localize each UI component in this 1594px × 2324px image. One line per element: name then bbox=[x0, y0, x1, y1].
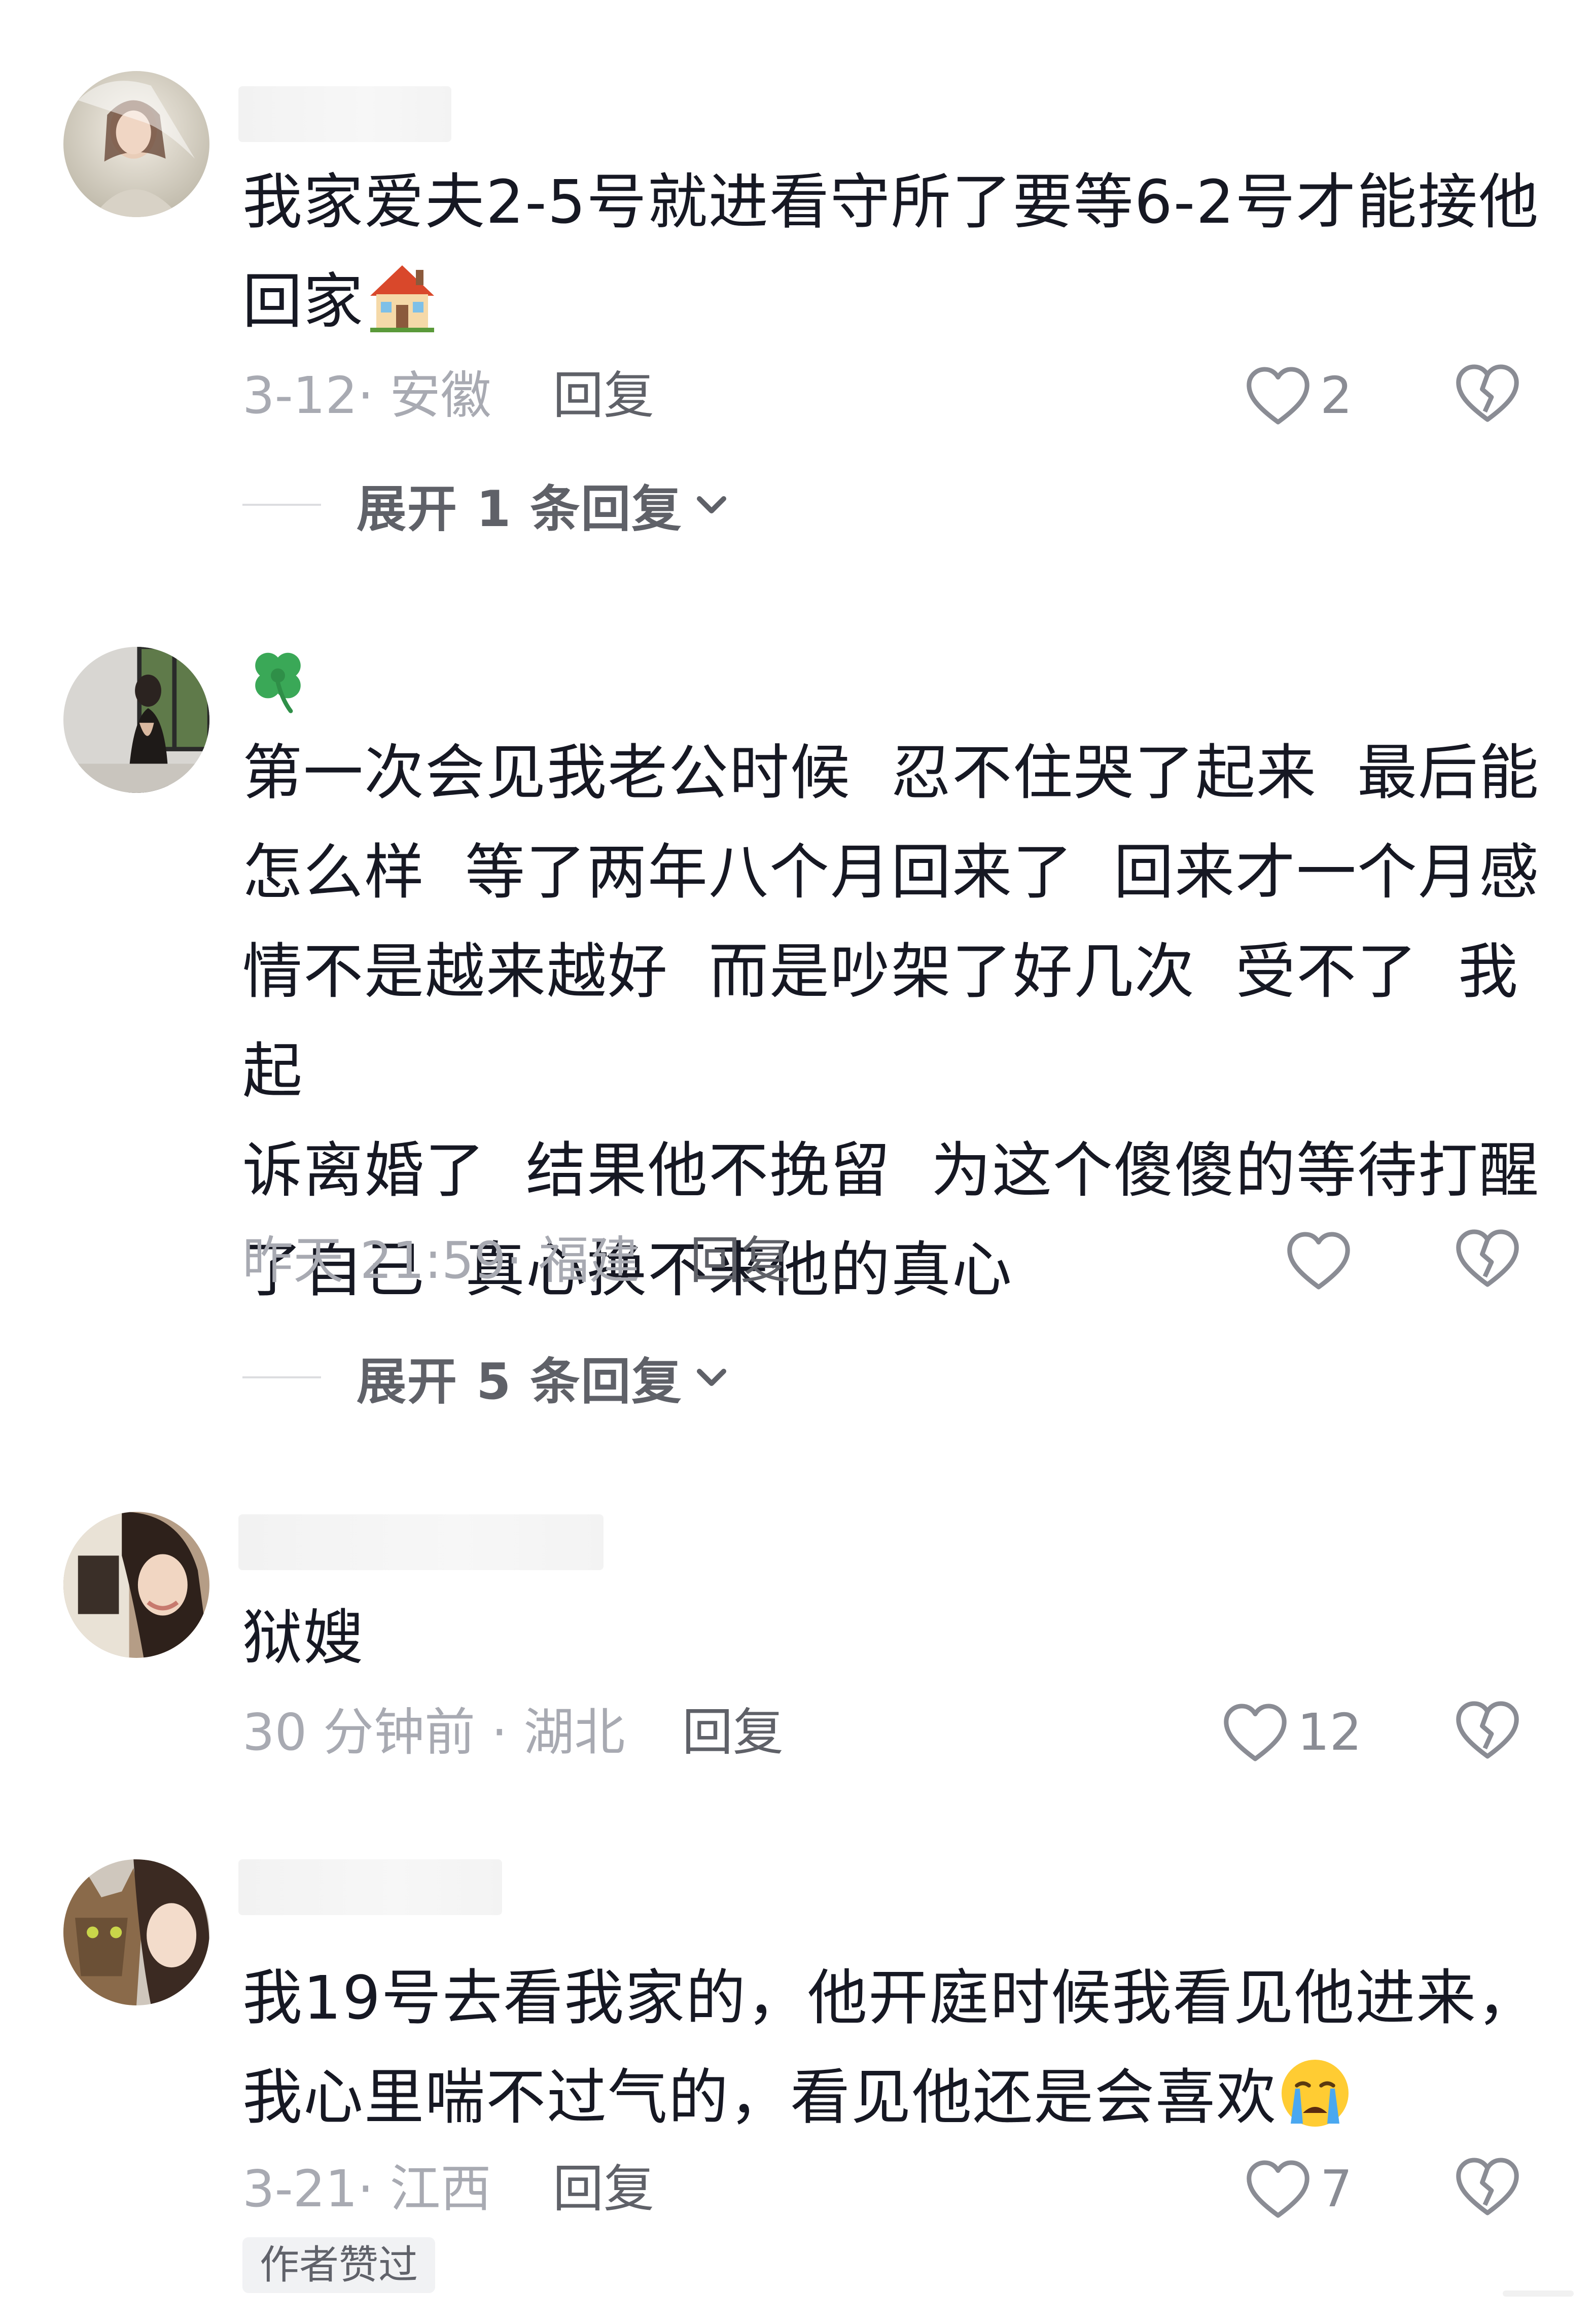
comment-date-location: 3-21· 江西 bbox=[242, 2159, 491, 2218]
reply-button[interactable]: 回复 bbox=[682, 1702, 784, 1763]
dislike-button[interactable] bbox=[1455, 1228, 1520, 1289]
like-button[interactable]: 7 bbox=[1245, 2156, 1353, 2222]
avatar[interactable] bbox=[63, 71, 209, 217]
avatar-cat-girl-icon bbox=[63, 1859, 209, 2005]
expand-replies-label: 展开 5 条回复 bbox=[357, 1353, 683, 1411]
divider-line bbox=[242, 1376, 321, 1378]
watermark bbox=[1503, 2283, 1574, 2304]
dislike-button[interactable] bbox=[1455, 363, 1520, 424]
like-button[interactable]: 12 bbox=[1222, 1699, 1362, 1765]
comment-date-location: 30 分钟前 · 湖北 bbox=[242, 1703, 625, 1762]
comment-text: 狱嫂 bbox=[242, 1603, 365, 1673]
chevron-down-icon bbox=[697, 496, 727, 513]
reply-button[interactable]: 回复 bbox=[553, 365, 654, 426]
author-liked-badge: 作者赞过 bbox=[242, 2237, 436, 2293]
comment-text: 我19号去看我家的，他开庭时候我看见他进来， 我心里喘不过气的，看见他还是会喜欢 bbox=[242, 1963, 1538, 2132]
like-count: 12 bbox=[1297, 1703, 1362, 1762]
broken-heart-icon bbox=[1456, 364, 1519, 422]
chevron-down-icon bbox=[697, 1369, 727, 1386]
like-button[interactable] bbox=[1286, 1228, 1361, 1294]
comment-date-location: 昨天 21:59· 福建 bbox=[242, 1231, 640, 1290]
avatar[interactable] bbox=[63, 1859, 209, 2005]
heart-outline-icon bbox=[1224, 1704, 1287, 1761]
heart-outline-icon bbox=[1247, 2160, 1309, 2218]
comment-text: 我家爱夫2-5号就进看守所了要等6-2号才能接他 回家 bbox=[242, 167, 1540, 336]
reply-button[interactable]: 回复 bbox=[690, 1230, 791, 1291]
avatar-woman-veil-icon bbox=[63, 71, 209, 217]
username-blurred[interactable] bbox=[238, 1859, 502, 1915]
heart-outline-icon bbox=[1287, 1232, 1350, 1290]
like-button[interactable]: 2 bbox=[1245, 363, 1353, 429]
reply-button[interactable]: 回复 bbox=[553, 2159, 654, 2219]
username-blurred[interactable] bbox=[238, 86, 451, 142]
heart-outline-icon bbox=[1247, 367, 1309, 425]
four-leaf-clover-emoji-icon bbox=[242, 644, 313, 715]
broken-heart-icon bbox=[1456, 1701, 1519, 1759]
comment-date-location: 3-12· 安徽 bbox=[242, 366, 491, 425]
expand-replies-button[interactable]: 展开 1 条回复 bbox=[242, 474, 732, 538]
avatar-woman-window-icon bbox=[63, 647, 209, 793]
divider-line bbox=[242, 504, 321, 506]
expand-replies-button[interactable]: 展开 5 条回复 bbox=[242, 1347, 732, 1411]
house-emoji-icon bbox=[364, 259, 440, 335]
avatar[interactable] bbox=[63, 647, 209, 793]
like-count: 7 bbox=[1320, 2159, 1353, 2218]
like-count: 2 bbox=[1320, 366, 1353, 425]
dislike-button[interactable] bbox=[1455, 1699, 1520, 1760]
username-blurred[interactable] bbox=[238, 1514, 604, 1570]
broken-heart-icon bbox=[1456, 2158, 1519, 2215]
crying-face-emoji-icon bbox=[1277, 2055, 1353, 2131]
avatar-woman-selfie-icon bbox=[63, 1512, 209, 1658]
expand-replies-label: 展开 1 条回复 bbox=[357, 480, 683, 538]
dislike-button[interactable] bbox=[1455, 2156, 1520, 2217]
avatar[interactable] bbox=[63, 1512, 209, 1658]
broken-heart-icon bbox=[1456, 1229, 1519, 1287]
